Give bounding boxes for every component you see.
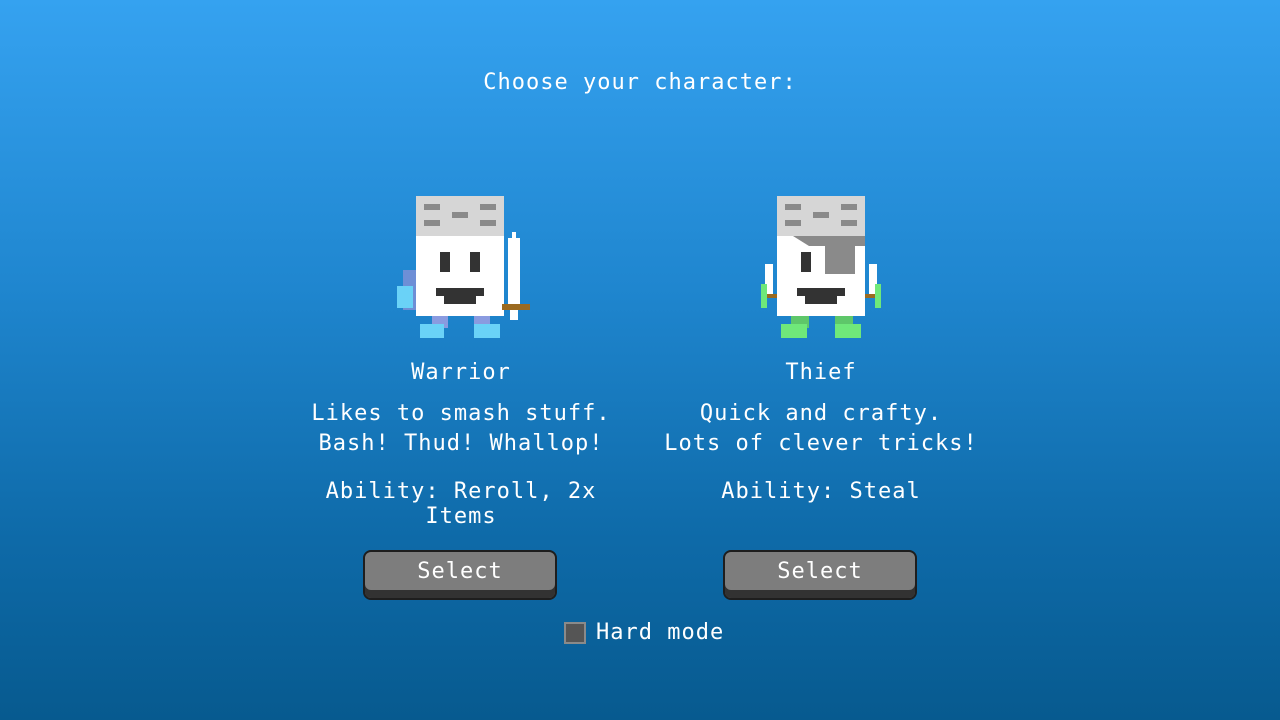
- character-name: Warrior: [411, 360, 511, 385]
- select-thief-button[interactable]: Select: [723, 550, 917, 600]
- hard-mode-option[interactable]: Hard mode: [564, 620, 724, 645]
- character-ability: Ability: Reroll, 2x Items: [325, 479, 597, 529]
- character-description: Quick and crafty. Lots of clever tricks!: [664, 401, 978, 456]
- character-description: Likes to smash stuff. Bash! Thud! Whallo…: [311, 401, 611, 456]
- thief-sprite-icon: [761, 196, 881, 338]
- character-name: Thief: [785, 360, 857, 385]
- character-card-thief: Thief Quick and crafty. Lots of clever t…: [661, 190, 981, 504]
- character-card-warrior: Warrior Likes to smash stuff. Bash! Thud…: [301, 190, 621, 529]
- screen-title: Choose your character:: [483, 70, 797, 95]
- character-ability: Ability: Steal: [721, 479, 921, 504]
- hard-mode-label: Hard mode: [596, 620, 725, 645]
- hard-mode-checkbox[interactable]: [564, 621, 586, 644]
- select-warrior-button[interactable]: Select: [363, 550, 557, 600]
- warrior-sprite-icon: [397, 196, 530, 338]
